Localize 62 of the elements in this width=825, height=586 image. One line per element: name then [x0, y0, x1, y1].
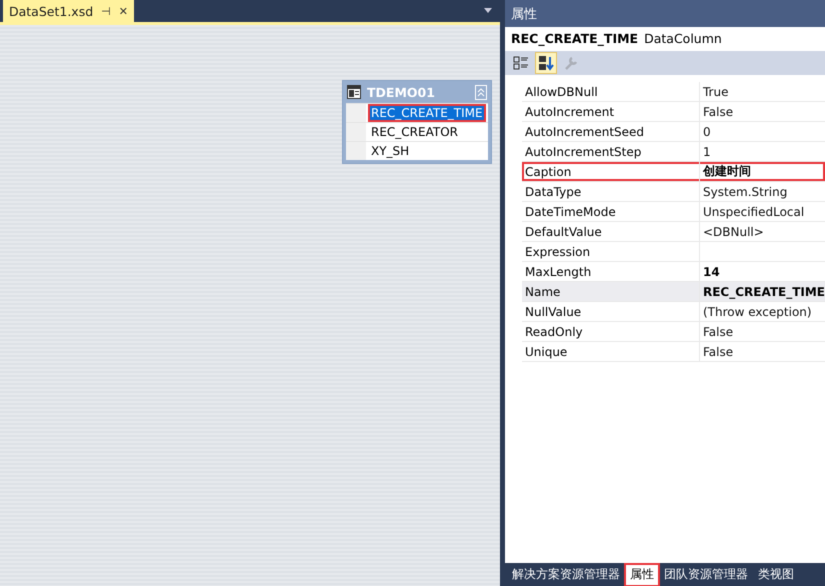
- collapse-icon[interactable]: [475, 84, 487, 100]
- property-row[interactable]: NullValue (Throw exception): [522, 302, 825, 322]
- document-tab[interactable]: DataSet1.xsd ⊣ ✕: [3, 0, 134, 22]
- property-value: UnspecifiedLocal: [702, 204, 806, 220]
- property-value: False: [702, 104, 734, 120]
- tab-title: DataSet1.xsd: [9, 4, 94, 18]
- property-value: System.String: [702, 184, 788, 200]
- table-icon: [347, 85, 361, 99]
- property-name: AutoIncrementSeed: [522, 122, 700, 141]
- property-name: MaxLength: [522, 262, 700, 281]
- property-value: 14: [702, 264, 721, 280]
- property-value: <DBNull>: [702, 224, 765, 240]
- table-box[interactable]: TDEMO01 REC_CREATE_TIME REC_CREATOR XY_SH: [342, 80, 492, 164]
- property-name: DataType: [522, 182, 700, 201]
- property-name: Unique: [522, 342, 700, 361]
- property-row[interactable]: DateTimeMode UnspecifiedLocal: [522, 202, 825, 222]
- property-row[interactable]: AllowDBNull True: [522, 82, 825, 102]
- property-row[interactable]: Unique False: [522, 342, 825, 362]
- wrench-icon: [562, 55, 579, 71]
- panel-title: 属性: [504, 0, 825, 27]
- property-name: Caption: [522, 162, 700, 181]
- property-row[interactable]: AutoIncrementStep 1: [522, 142, 825, 162]
- property-name: AllowDBNull: [522, 82, 700, 101]
- property-name: NullValue: [522, 302, 700, 321]
- column-name[interactable]: REC_CREATE_TIME: [368, 104, 486, 122]
- property-value: False: [702, 344, 734, 360]
- object-type: DataColumn: [644, 30, 722, 46]
- table-name: TDEMO01: [367, 84, 436, 100]
- panel-tab[interactable]: 属性: [626, 564, 658, 584]
- property-name: Expression: [522, 242, 700, 261]
- property-name: Name: [522, 282, 700, 301]
- property-value: 创建时间: [702, 163, 752, 180]
- panel-tab[interactable]: 类视图: [754, 564, 798, 584]
- property-row[interactable]: MaxLength 14: [522, 262, 825, 282]
- property-row[interactable]: AutoIncrement False: [522, 102, 825, 122]
- property-name: AutoIncrement: [522, 102, 700, 121]
- property-value: False: [702, 324, 734, 340]
- panel-tab[interactable]: 解决方案资源管理器: [508, 564, 624, 584]
- object-name: REC_CREATE_TIME: [510, 30, 638, 46]
- dropdown-icon[interactable]: [484, 8, 494, 14]
- property-row[interactable]: Caption 创建时间: [522, 162, 825, 182]
- property-row[interactable]: Expression: [522, 242, 825, 262]
- property-value: True: [702, 84, 730, 100]
- categorized-icon: [512, 55, 529, 71]
- property-row[interactable]: ReadOnly False: [522, 322, 825, 342]
- property-value: 1: [702, 144, 712, 160]
- property-name: DefaultValue: [522, 222, 700, 241]
- property-name: ReadOnly: [522, 322, 700, 341]
- property-value: 0: [702, 124, 712, 140]
- property-row[interactable]: Name REC_CREATE_TIME: [522, 282, 825, 302]
- close-icon[interactable]: ✕: [118, 4, 128, 18]
- property-value: REC_CREATE_TIME: [702, 284, 825, 301]
- property-value: (Throw exception): [702, 304, 813, 320]
- panel-tab[interactable]: 团队资源管理器: [660, 564, 752, 584]
- sort-az-icon: [538, 55, 554, 71]
- toolbar-button[interactable]: [534, 52, 557, 74]
- property-row[interactable]: DefaultValue <DBNull>: [522, 222, 825, 242]
- property-name: DateTimeMode: [522, 202, 700, 221]
- property-row[interactable]: DataType System.String: [522, 182, 825, 202]
- property-row[interactable]: AutoIncrementSeed 0: [522, 122, 825, 142]
- property-name: AutoIncrementStep: [522, 142, 700, 161]
- pin-icon[interactable]: ⊣: [101, 4, 111, 18]
